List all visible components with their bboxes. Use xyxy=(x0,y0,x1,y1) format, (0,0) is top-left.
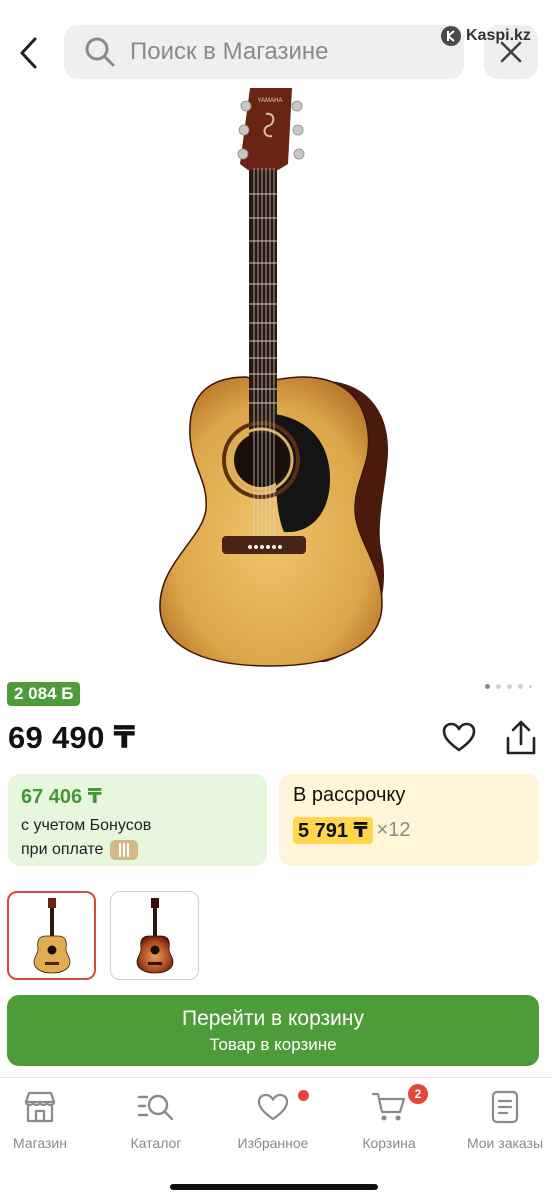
tab-shop[interactable]: Магазин xyxy=(0,1089,95,1151)
installment-card[interactable]: В рассрочку 5 791 ₸ ×12 xyxy=(279,774,539,866)
search-input[interactable] xyxy=(130,38,450,66)
in-cart-status: Товар в корзине xyxy=(209,1034,337,1054)
pagination-dot xyxy=(507,684,512,689)
orders-icon xyxy=(491,1090,519,1124)
back-button[interactable] xyxy=(10,33,46,73)
cart-icon xyxy=(371,1092,406,1121)
go-to-cart-label: Перейти в корзину xyxy=(181,1006,365,1030)
pagination-dot xyxy=(529,685,532,688)
bonus-badge: 2 084 Б xyxy=(7,682,81,706)
pagination-dot xyxy=(485,684,490,689)
installment-multiplier: ×12 xyxy=(376,819,411,841)
bonus-price-line1: с учетом Бонусов xyxy=(21,817,152,834)
kaspi-logo-icon xyxy=(441,26,461,46)
tab-cart-label: Корзина xyxy=(362,1135,416,1151)
heart-outline-icon xyxy=(257,1093,289,1121)
tab-my-orders-label: Мои заказы xyxy=(466,1135,544,1151)
pagination-dot xyxy=(496,684,501,689)
tab-catalog[interactable]: Каталог xyxy=(101,1089,211,1151)
tab-shop-label: Магазин xyxy=(12,1135,67,1151)
go-to-cart-button[interactable]: Перейти в корзину Товар в корзине xyxy=(7,995,539,1066)
bonus-price-line2-row: при оплате xyxy=(21,839,254,861)
heart-icon xyxy=(442,722,476,752)
product-price: 69 490 ₸ xyxy=(8,720,136,755)
thumbnail-natural[interactable] xyxy=(7,891,96,980)
favorite-button[interactable] xyxy=(440,718,478,756)
tab-my-orders[interactable]: Мои заказы xyxy=(450,1089,552,1151)
share-icon xyxy=(506,720,536,755)
installment-title: В рассрочку xyxy=(293,784,406,806)
chevron-left-icon xyxy=(20,37,37,69)
bonus-price-card[interactable]: 67 406 ₸ с учетом Бонусов при оплате xyxy=(8,774,267,866)
thumbnail-image xyxy=(136,897,173,973)
thumbnail-sunburst[interactable] xyxy=(110,891,199,980)
thumbnail-image xyxy=(33,897,70,973)
kaspi-pay-icon xyxy=(110,840,139,860)
header: Kaspi.kz xyxy=(0,0,552,90)
installment-row: 5 791 ₸ ×12 xyxy=(293,817,525,844)
product-image-guitar[interactable]: YAMAHA xyxy=(150,84,402,670)
kaspi-watermark-text: Kaspi.kz xyxy=(466,27,531,44)
bottom-tab-bar: Магазин Каталог Избранное 2 Корзина Мои … xyxy=(0,1077,552,1200)
pagination-dot xyxy=(518,684,523,689)
cart-badge-count: 2 xyxy=(408,1084,428,1104)
tab-catalog-label: Каталог xyxy=(130,1135,182,1151)
catalog-icon xyxy=(137,1094,174,1121)
home-indicator xyxy=(170,1184,378,1190)
tab-cart[interactable]: 2 Корзина xyxy=(334,1084,444,1151)
gallery-pagination xyxy=(485,684,532,689)
kaspi-watermark: Kaspi.kz xyxy=(441,26,531,46)
tab-favorites-label: Избранное xyxy=(237,1135,309,1151)
favorites-badge-dot xyxy=(298,1090,309,1101)
headstock-brand: YAMAHA xyxy=(258,98,283,104)
search-bar[interactable] xyxy=(64,25,464,79)
shop-icon xyxy=(24,1091,56,1123)
share-button[interactable] xyxy=(502,718,540,758)
bonus-price-line2: при оплате xyxy=(21,841,104,858)
bonus-price-amount: 67 406 ₸ xyxy=(21,786,102,808)
installment-monthly-amount: 5 791 ₸ xyxy=(293,817,373,844)
tab-favorites[interactable]: Избранное xyxy=(218,1089,328,1151)
search-icon xyxy=(85,37,115,67)
